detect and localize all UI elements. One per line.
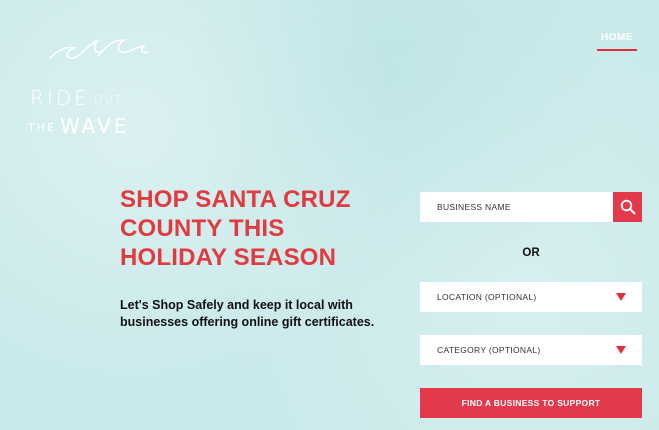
category-select[interactable]: CATEGORY (OPTIONAL) xyxy=(420,335,642,365)
page-headline: SHOP SANTA CRUZ COUNTY THIS HOLIDAY SEAS… xyxy=(120,185,400,272)
business-search-field xyxy=(420,192,642,222)
search-button[interactable] xyxy=(613,192,642,222)
brand-logo[interactable]: RIDE OUT THE WAVE xyxy=(28,26,158,138)
logo-word-wave: WAVE xyxy=(59,114,130,138)
find-business-button[interactable]: FIND A BUSINESS TO SUPPORT xyxy=(420,388,642,418)
caret-down-icon xyxy=(616,346,626,354)
business-name-input[interactable] xyxy=(420,192,610,222)
logo-word-the: THE xyxy=(28,121,56,134)
logo-word-ride: RIDE xyxy=(30,86,90,110)
nav-home-link[interactable]: HOME xyxy=(597,32,637,51)
headline-line-1: SHOP SANTA CRUZ xyxy=(120,186,351,213)
category-select-label: CATEGORY (OPTIONAL) xyxy=(437,345,541,355)
headline-line-2: COUNTY THIS xyxy=(120,215,285,242)
logo-line-2: THE WAVE xyxy=(28,114,129,138)
subtext-line-2: businesses offering online gift certific… xyxy=(120,315,375,329)
subtext-line-1: Let's Shop Safely and keep it local with xyxy=(120,298,353,312)
logo-line-1: RIDE OUT xyxy=(30,86,123,110)
or-divider-label: OR xyxy=(522,247,540,259)
hero-subtext: Let's Shop Safely and keep it local with… xyxy=(120,297,400,331)
location-select-label: LOCATION (OPTIONAL) xyxy=(437,292,537,302)
location-select[interactable]: LOCATION (OPTIONAL) xyxy=(420,282,642,312)
wave-logo-icon xyxy=(49,39,149,59)
search-icon xyxy=(620,199,635,215)
logo-word-out: OUT xyxy=(93,93,124,106)
headline-line-3: HOLIDAY SEASON xyxy=(120,244,337,271)
caret-down-icon xyxy=(616,293,626,301)
